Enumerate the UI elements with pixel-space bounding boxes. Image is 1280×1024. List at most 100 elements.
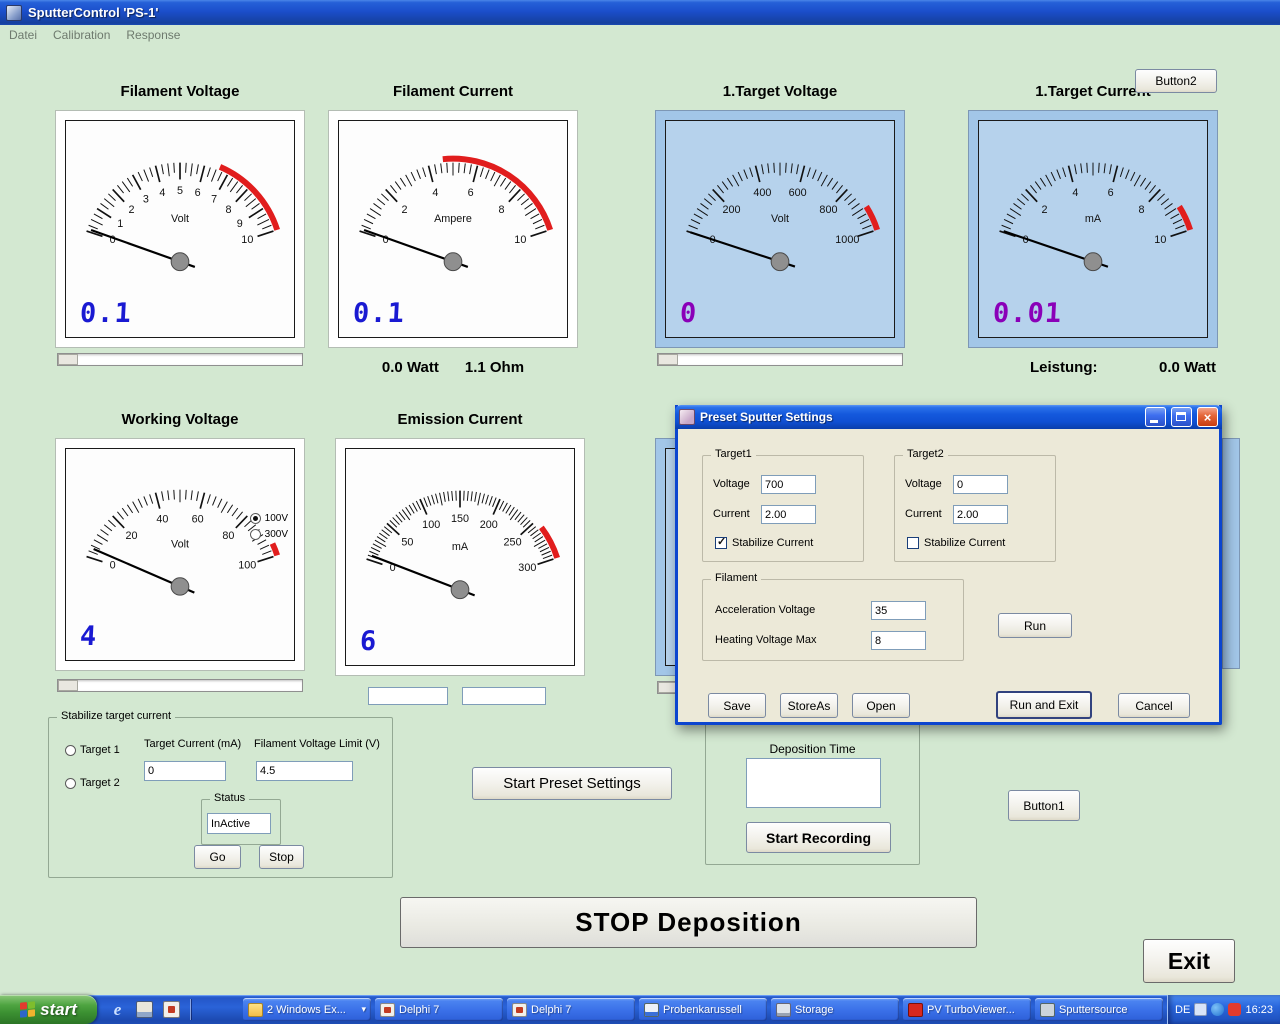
task-pv-turboviewer[interactable]: PV TurboViewer... (903, 998, 1031, 1021)
store-as-button[interactable]: StoreAs (780, 693, 838, 718)
window-titlebar[interactable]: SputterControl 'PS-1' (0, 0, 1280, 25)
digital-readout: 0.01 (992, 298, 1063, 329)
checkbox-icon (715, 537, 727, 549)
save-button[interactable]: Save (708, 693, 766, 718)
task-storage[interactable]: Storage (771, 998, 899, 1021)
menu-response[interactable]: Response (126, 28, 180, 42)
task-windows-explorer-group[interactable]: 2 Windows Ex... ▾ (243, 998, 371, 1021)
stabilize-current-checkbox-1[interactable]: Stabilize Current (715, 537, 813, 549)
emission-field-2[interactable] (462, 687, 546, 705)
target-current-label: Target Current (mA) (144, 738, 241, 750)
target1-current-input[interactable] (761, 505, 816, 524)
svg-text:4: 4 (432, 187, 438, 199)
slider-thumb[interactable] (658, 354, 678, 365)
go-button[interactable]: Go (194, 845, 241, 869)
internet-explorer-icon[interactable]: e (109, 1001, 126, 1018)
show-desktop-icon[interactable] (136, 1001, 153, 1018)
emission-field-1[interactable] (368, 687, 448, 705)
radio-300v[interactable]: 300V (250, 529, 288, 540)
svg-text:40: 40 (156, 513, 168, 525)
taskbar-divider (190, 999, 191, 1020)
radio-target-1[interactable]: Target 1 (65, 744, 120, 756)
start-button[interactable]: start (0, 995, 97, 1024)
target1-voltage-slider[interactable] (657, 353, 903, 366)
delphi-quicklaunch-icon[interactable] (163, 1001, 180, 1018)
target-current-input[interactable] (144, 761, 226, 781)
ohm-value: 1.1 Ohm (465, 359, 524, 376)
run-and-exit-button[interactable]: Run and Exit (996, 691, 1092, 719)
status-field[interactable] (207, 813, 271, 834)
menu-datei[interactable]: Datei (9, 28, 37, 42)
gauge-title: 1.Target Voltage (644, 83, 916, 100)
start-preset-settings-button[interactable]: Start Preset Settings (472, 767, 672, 800)
start-recording-button[interactable]: Start Recording (746, 822, 891, 853)
button2[interactable]: Button2 (1135, 69, 1217, 93)
maximize-button[interactable] (1171, 407, 1192, 427)
radio-icon (65, 745, 76, 756)
svg-text:200: 200 (480, 519, 498, 531)
close-button[interactable]: × (1197, 407, 1218, 427)
working-voltage-slider[interactable] (57, 679, 303, 692)
group-caption: Target2 (903, 448, 948, 460)
acceleration-voltage-input[interactable] (871, 601, 926, 620)
slider-thumb[interactable] (58, 354, 78, 365)
filament-voltage-slider[interactable] (57, 353, 303, 366)
run-button[interactable]: Run (998, 613, 1072, 638)
task-delphi-2[interactable]: Delphi 7 (507, 998, 635, 1021)
digital-readout: 0 (679, 298, 698, 329)
heating-voltage-max-input[interactable] (871, 631, 926, 650)
task-probenkarussell[interactable]: Probenkarussell (639, 998, 767, 1021)
svg-text:80: 80 (222, 530, 234, 542)
clock[interactable]: 16:23 (1245, 1004, 1273, 1016)
button1[interactable]: Button1 (1008, 790, 1080, 821)
preset-sputter-settings-dialog: Preset Sputter Settings × Target1 Voltag… (675, 405, 1222, 725)
dialog-icon (679, 409, 695, 425)
antivirus-icon[interactable] (1228, 1003, 1241, 1016)
stabilize-current-checkbox-2[interactable]: Stabilize Current (907, 537, 1005, 549)
filament-voltage-limit-input[interactable] (256, 761, 353, 781)
gauge-face: 0246810Ampere 0.1 (338, 120, 568, 338)
digital-readout: 0.1 (352, 298, 405, 329)
deposition-time-field[interactable] (746, 758, 881, 808)
task-delphi-1[interactable]: Delphi 7 (375, 998, 503, 1021)
slider-thumb[interactable] (58, 680, 78, 691)
stop-deposition-button[interactable]: STOP Deposition (400, 897, 977, 948)
app-icon (1040, 1003, 1055, 1017)
minimize-button[interactable] (1145, 407, 1166, 427)
svg-text:150: 150 (451, 513, 469, 525)
svg-text:200: 200 (723, 204, 741, 216)
delphi-icon (512, 1003, 527, 1017)
svg-text:60: 60 (192, 513, 204, 525)
dialog-titlebar[interactable]: Preset Sputter Settings × (675, 405, 1222, 429)
network-icon[interactable] (1211, 1003, 1224, 1016)
svg-text:1: 1 (117, 218, 123, 230)
group-caption: Stabilize target current (57, 710, 175, 722)
filament-voltage-gauge: Filament Voltage 012345678910Volt 0.1 (55, 110, 305, 348)
svg-text:3: 3 (143, 194, 149, 206)
viewer-icon (908, 1003, 923, 1017)
target1-group: Target1 Voltage Current Stabilize Curren… (702, 455, 864, 562)
radio-icon (65, 778, 76, 789)
svg-text:6: 6 (195, 187, 201, 199)
target1-voltage-gauge: 1.Target Voltage 02004006008001000Volt 0 (655, 110, 905, 348)
task-sputtersource[interactable]: Sputtersource (1035, 998, 1163, 1021)
target2-voltage-input[interactable] (953, 475, 1008, 494)
language-indicator[interactable]: DE (1175, 1004, 1190, 1016)
target2-current-input[interactable] (953, 505, 1008, 524)
task-label: 2 Windows Ex... (267, 1004, 346, 1016)
radio-100v[interactable]: 100V (250, 513, 288, 524)
stop-button[interactable]: Stop (259, 845, 304, 869)
leistung-readout: Leistung: 0.0 Watt (1030, 359, 1216, 376)
menu-calibration[interactable]: Calibration (53, 28, 110, 42)
svg-text:20: 20 (126, 530, 138, 542)
exit-button[interactable]: Exit (1143, 939, 1235, 983)
target1-voltage-input[interactable] (761, 475, 816, 494)
cancel-button[interactable]: Cancel (1118, 693, 1190, 718)
quick-launch-bar: e (101, 995, 199, 1024)
display-settings-icon[interactable] (1194, 1003, 1207, 1016)
watt-value: 0.0 Watt (382, 359, 439, 376)
open-button[interactable]: Open (852, 693, 910, 718)
radio-target-2[interactable]: Target 2 (65, 777, 120, 789)
window-title: SputterControl 'PS-1' (28, 5, 158, 20)
windows-flag-icon (20, 1001, 35, 1018)
